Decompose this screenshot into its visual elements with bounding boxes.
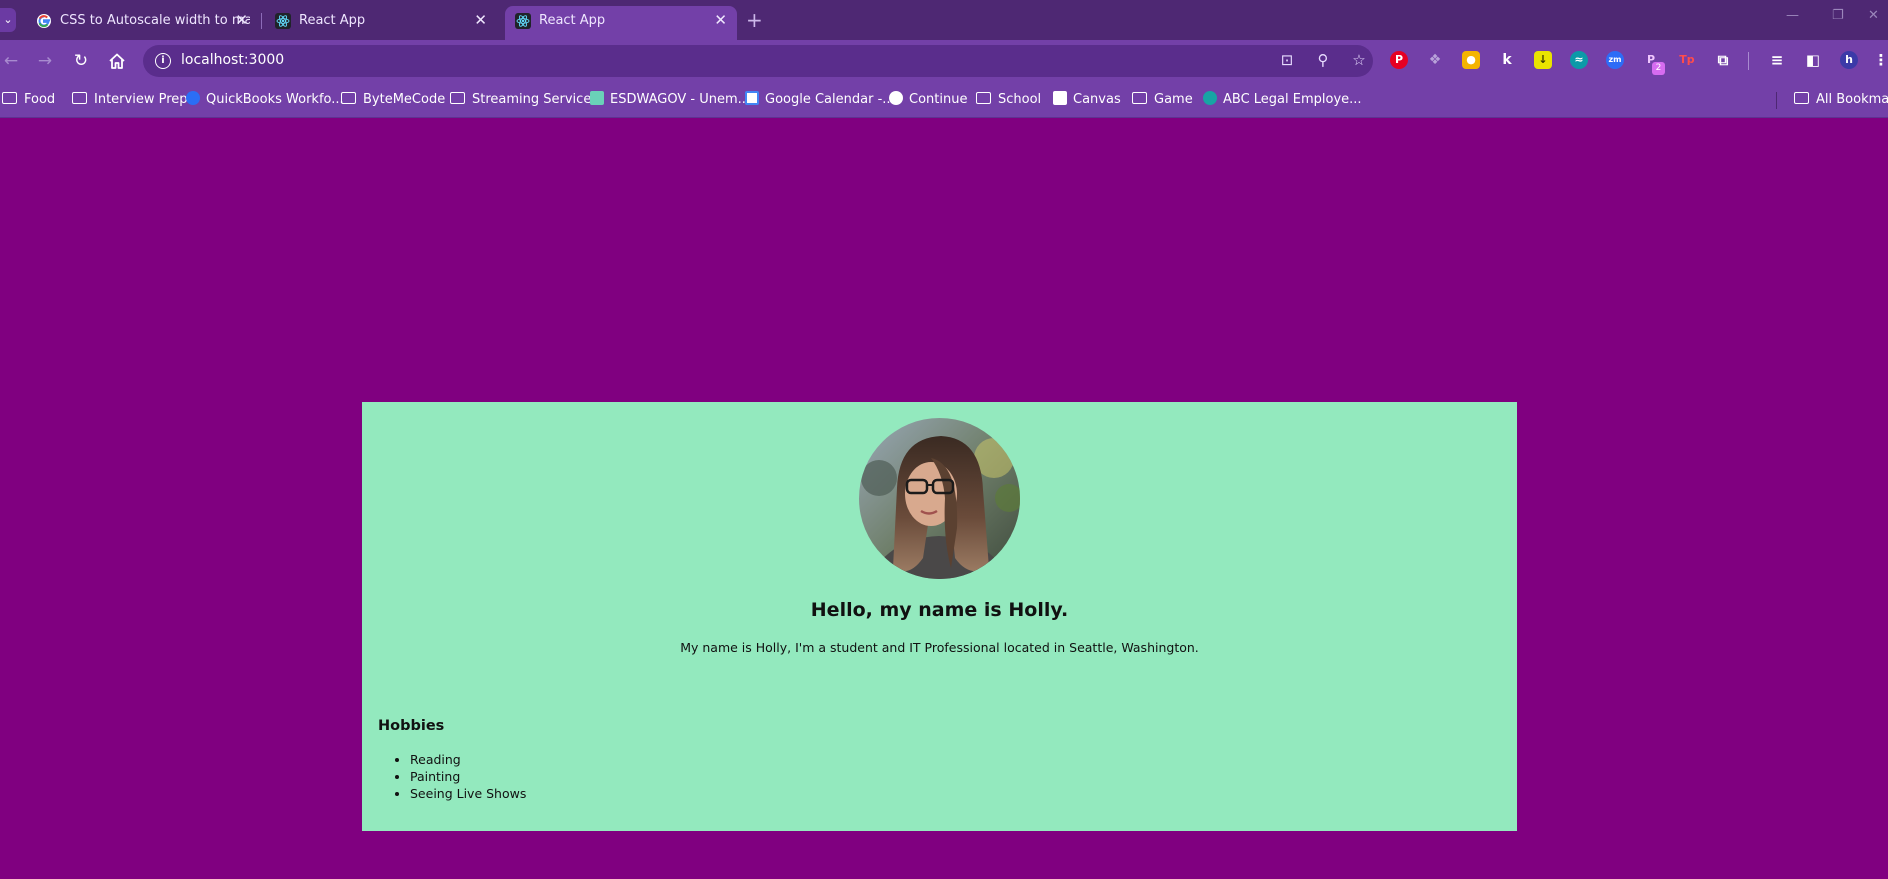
extension-badge: 2 xyxy=(1652,62,1665,75)
forward-icon[interactable]: → xyxy=(34,50,56,72)
zoom-meeting-icon[interactable]: zm xyxy=(1606,51,1624,69)
tab-separator xyxy=(261,13,262,29)
tab-title: React App xyxy=(539,13,606,28)
bookmark-quickbooks[interactable]: QuickBooks Workfo... xyxy=(186,90,344,110)
keep-icon[interactable]: ● xyxy=(1462,51,1480,69)
bookmark-label: Streaming Services xyxy=(472,92,599,107)
tp-extension-icon[interactable]: Tp xyxy=(1678,51,1696,69)
close-icon[interactable]: ✕ xyxy=(714,6,727,34)
new-tab-button[interactable]: + xyxy=(746,6,763,34)
tab-strip: ⌄ CSS to Autoscale width to matc ✕ React… xyxy=(0,0,1888,40)
bookmark-streaming-services[interactable]: Streaming Services xyxy=(450,90,598,110)
profile-photo xyxy=(859,418,1020,579)
browser-toolbar: ← → ↻ i localhost:3000 ⊡ ⚲ ☆ P ❖ ● k ↓ ≈… xyxy=(0,40,1888,82)
page-headline: Hello, my name is Holly. xyxy=(810,599,1069,621)
bio-text: My name is Holly, I'm a student and IT P… xyxy=(680,640,1199,655)
close-window-icon[interactable]: ✕ xyxy=(1868,8,1879,23)
calendar-icon xyxy=(745,91,759,105)
install-app-icon[interactable]: ⊡ xyxy=(1277,51,1297,69)
tab-search-chevron-icon[interactable]: ⌄ xyxy=(0,8,16,32)
site-info-icon[interactable]: i xyxy=(155,53,171,69)
address-bar[interactable]: i localhost:3000 ⊡ ⚲ ☆ xyxy=(143,45,1373,77)
bookmark-interview-prep[interactable]: Interview Prep xyxy=(72,90,188,110)
home-icon[interactable] xyxy=(107,52,127,70)
folder-icon xyxy=(976,92,991,104)
hobbies-heading: Hobbies xyxy=(378,718,445,734)
translate-extension-icon[interactable]: ≈ xyxy=(1570,51,1588,69)
bookmark-all-bookmarks[interactable]: All Bookmark xyxy=(1794,90,1888,110)
profile-card: Hello, my name is Holly. My name is Holl… xyxy=(362,402,1517,831)
bookmarks-bar: Food Interview Prep QuickBooks Workfo...… xyxy=(0,82,1888,118)
bookmark-label: Google Calendar -... xyxy=(765,92,895,107)
bookmarks-divider xyxy=(1776,92,1777,109)
folder-icon xyxy=(450,92,465,104)
bookmark-star-icon[interactable]: ☆ xyxy=(1349,51,1369,69)
bookmark-label: Canvas xyxy=(1073,92,1121,107)
tab-react-app[interactable]: React App ✕ xyxy=(265,6,497,40)
google-g-icon xyxy=(37,14,51,28)
bookmark-google-calendar[interactable]: Google Calendar -... xyxy=(745,90,895,110)
bookmark-abc-legal[interactable]: ABC Legal Employe... xyxy=(1203,90,1362,110)
pinterest-icon[interactable]: P xyxy=(1390,51,1408,69)
bookmark-label: QuickBooks Workfo... xyxy=(206,92,344,107)
menu-kebab-icon[interactable]: ⋮ xyxy=(1872,51,1888,69)
tab-react-app-active[interactable]: React App ✕ xyxy=(505,6,737,40)
hobbies-list: Reading Painting Seeing Live Shows xyxy=(410,751,526,802)
react-icon xyxy=(275,13,291,29)
bookmark-canvas[interactable]: Canvas xyxy=(1053,90,1121,110)
bookmark-continue[interactable]: Continue xyxy=(889,90,967,110)
globe-icon xyxy=(889,91,903,105)
bookmark-label: Food xyxy=(24,92,56,107)
bookmark-game[interactable]: Game xyxy=(1132,90,1193,110)
folder-icon xyxy=(2,92,17,104)
download-icon[interactable]: ↓ xyxy=(1534,51,1552,69)
side-panel-icon[interactable]: ◧ xyxy=(1804,51,1822,69)
bookmark-label: Continue xyxy=(909,92,968,107)
esd-icon xyxy=(590,91,604,105)
tab-css-autoscale[interactable]: CSS to Autoscale width to matc ✕ xyxy=(26,6,258,40)
close-icon[interactable]: ✕ xyxy=(474,6,487,34)
back-icon[interactable]: ← xyxy=(0,50,22,72)
bookmark-label: School xyxy=(998,92,1042,107)
bookmark-label: Interview Prep xyxy=(94,92,188,107)
list-item: Reading xyxy=(410,751,526,768)
toolbar-divider xyxy=(1748,52,1749,70)
canvas-icon xyxy=(1053,91,1067,105)
bookmark-food[interactable]: Food xyxy=(2,90,55,110)
react-icon xyxy=(515,13,531,29)
bookmark-label: ByteMeCode xyxy=(363,92,446,107)
folder-icon xyxy=(341,92,356,104)
bookmark-bytemecode[interactable]: ByteMeCode xyxy=(341,90,445,110)
bookmark-esdwagov[interactable]: ESDWAGOV - Unem... xyxy=(590,90,750,110)
dropbox-icon[interactable]: ❖ xyxy=(1426,51,1444,69)
bookmark-school[interactable]: School xyxy=(976,90,1041,110)
list-item: Seeing Live Shows xyxy=(410,785,526,802)
address-url[interactable]: localhost:3000 xyxy=(181,52,284,68)
restore-icon[interactable]: ❐ xyxy=(1832,8,1844,23)
profile-photo-image xyxy=(859,418,1020,579)
quickbooks-icon xyxy=(186,91,200,105)
bookmark-label: ABC Legal Employe... xyxy=(1223,92,1362,107)
close-icon[interactable]: ✕ xyxy=(235,6,248,34)
reading-list-icon[interactable]: ≡ xyxy=(1768,51,1786,69)
profile-avatar[interactable]: h xyxy=(1840,51,1858,69)
klarna-icon[interactable]: k xyxy=(1498,51,1516,69)
reload-icon[interactable]: ↻ xyxy=(70,50,92,72)
tab-title: CSS to Autoscale width to matc xyxy=(60,13,250,28)
minimize-icon[interactable]: — xyxy=(1786,8,1799,23)
folder-icon xyxy=(1132,92,1147,104)
bookmark-label: Game xyxy=(1154,92,1193,107)
bookmark-label: All Bookmark xyxy=(1816,92,1888,107)
extensions-puzzle-icon[interactable]: ⧉ xyxy=(1714,51,1732,69)
abc-legal-icon xyxy=(1203,91,1217,105)
folder-icon xyxy=(72,92,87,104)
tab-title: React App xyxy=(299,13,366,28)
zoom-icon[interactable]: ⚲ xyxy=(1313,51,1333,69)
list-item: Painting xyxy=(410,768,526,785)
bookmark-label: ESDWAGOV - Unem... xyxy=(610,92,751,107)
folder-icon xyxy=(1794,92,1809,104)
